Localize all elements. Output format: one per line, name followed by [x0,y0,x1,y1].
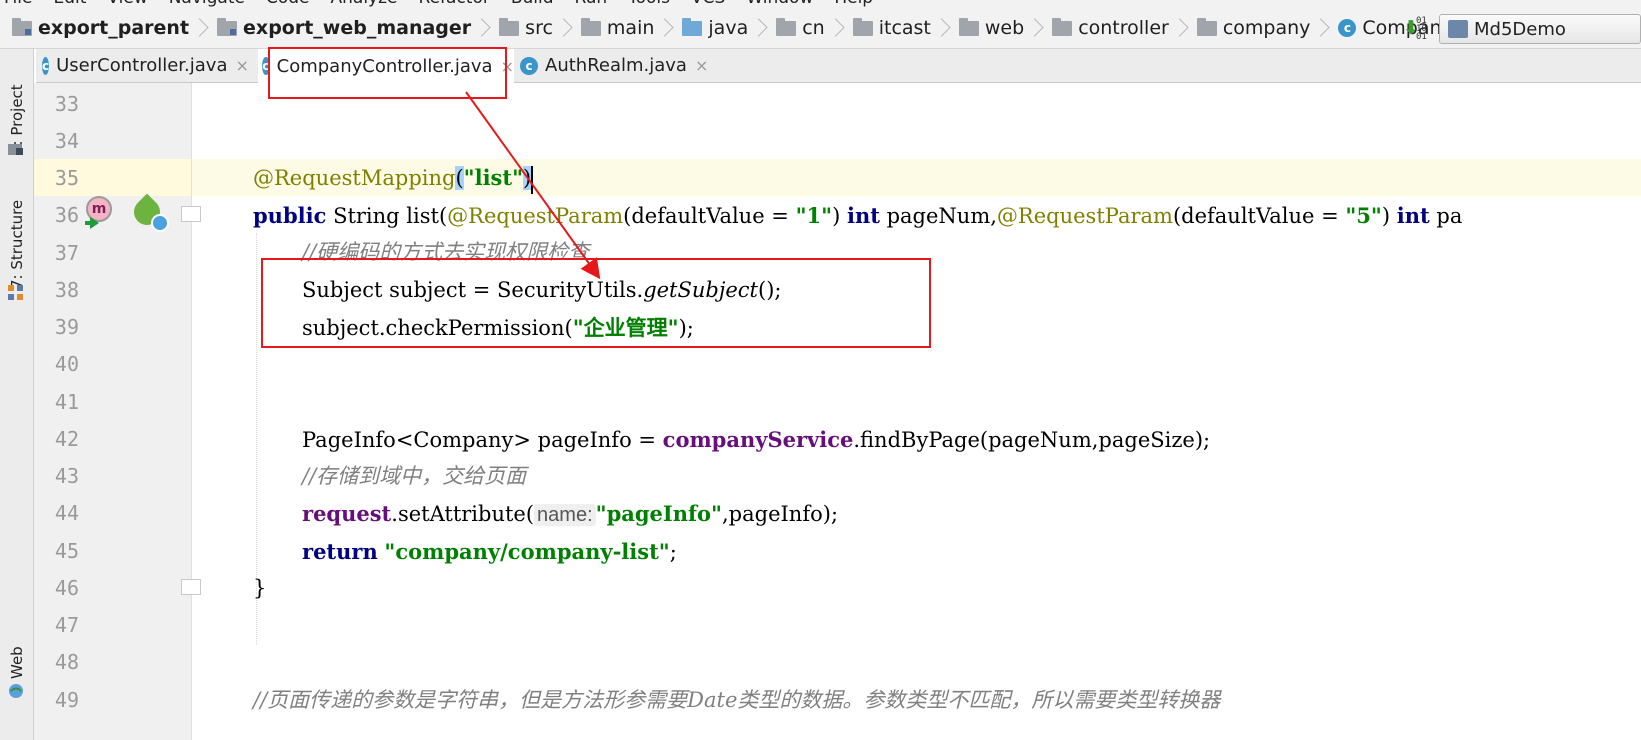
annotation-arrow [465,91,601,280]
